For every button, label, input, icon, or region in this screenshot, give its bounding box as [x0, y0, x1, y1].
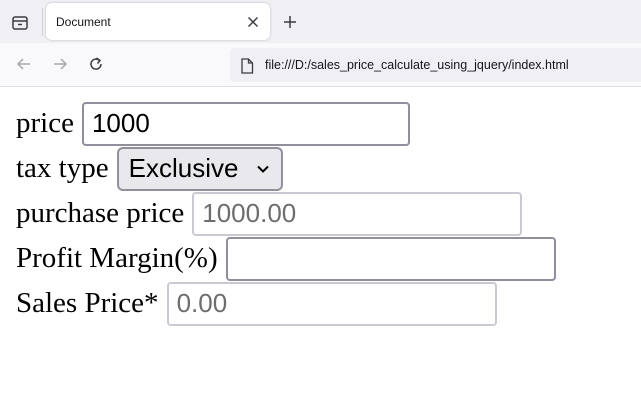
purchase-price-value: 1000.00 — [202, 198, 297, 228]
tax-type-selected: Exclusive — [128, 153, 239, 183]
sales-price-input[interactable]: 0.00 — [166, 281, 497, 326]
tab-strip: Document — [0, 0, 641, 43]
price-value: 1000 — [91, 108, 150, 138]
tab-document[interactable]: Document — [46, 3, 270, 40]
url-text: file:///D:/sales_price_calculate_using_j… — [265, 58, 569, 72]
chevron-down-icon — [255, 153, 271, 184]
profit-margin-input[interactable] — [225, 236, 556, 281]
url-bar[interactable]: file:///D:/sales_price_calculate_using_j… — [230, 48, 641, 82]
plus-icon[interactable] — [280, 12, 300, 32]
navigation-bar: file:///D:/sales_price_calculate_using_j… — [0, 43, 641, 87]
sales-price-row: Sales Price* 0.00 — [16, 281, 497, 326]
tab-separator — [42, 8, 43, 36]
tab-list-icon[interactable] — [8, 11, 32, 35]
page-icon — [240, 58, 254, 74]
tax-type-row: tax type Exclusive — [16, 146, 283, 191]
reload-icon[interactable] — [86, 54, 106, 74]
price-label: price — [16, 107, 74, 139]
price-row: price 1000 — [16, 101, 410, 146]
profit-margin-row: Profit Margin(%) — [16, 236, 556, 281]
purchase-price-input[interactable]: 1000.00 — [192, 191, 523, 236]
page-content: price 1000 tax type Exclusive purchase p… — [0, 87, 641, 405]
sales-price-label: Sales Price* — [16, 287, 159, 319]
purchase-price-label: purchase price — [16, 197, 185, 229]
arrow-right-icon[interactable] — [50, 54, 70, 74]
close-icon[interactable] — [246, 15, 260, 29]
price-input[interactable]: 1000 — [81, 101, 410, 146]
sales-price-value: 0.00 — [176, 288, 228, 318]
purchase-price-row: purchase price 1000.00 — [16, 191, 523, 236]
tax-type-select[interactable]: Exclusive — [116, 146, 283, 191]
profit-margin-label: Profit Margin(%) — [16, 242, 218, 274]
arrow-left-icon[interactable] — [14, 54, 34, 74]
tax-type-label: tax type — [16, 152, 109, 184]
tab-title: Document — [56, 15, 111, 29]
